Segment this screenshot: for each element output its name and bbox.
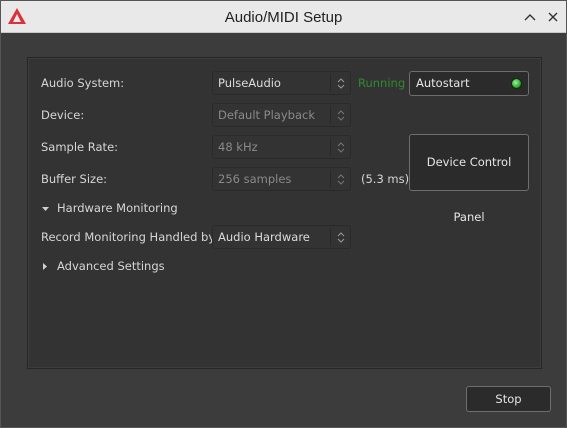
triangle-down-icon	[41, 198, 57, 218]
audio-system-label: Audio System:	[41, 76, 125, 90]
title-bar[interactable]: Audio/MIDI Setup	[1, 1, 566, 33]
autostart-label: Autostart	[416, 76, 470, 90]
sample-rate-label: Sample Rate:	[41, 140, 119, 154]
running-status: Running	[358, 76, 406, 90]
device-select[interactable]: Default Playback	[212, 103, 351, 127]
updown-arrows-icon	[330, 138, 350, 156]
close-button[interactable]	[544, 8, 562, 26]
chevron-up-icon	[524, 14, 536, 21]
sample-rate-select[interactable]: 48 kHz	[212, 135, 351, 159]
updown-arrows-icon	[330, 106, 350, 124]
advanced-settings-label: Advanced Settings	[57, 259, 165, 273]
record-monitoring-select[interactable]: Audio Hardware	[212, 225, 351, 249]
updown-arrows-icon	[330, 170, 350, 188]
buffer-latency-text: (5.3 ms)	[361, 172, 410, 186]
record-monitoring-label: Record Monitoring Handled by:	[41, 230, 219, 244]
advanced-settings-expander[interactable]: Advanced Settings	[41, 256, 165, 276]
close-icon	[548, 12, 558, 22]
buffer-size-label: Buffer Size:	[41, 172, 108, 186]
hardware-monitoring-label: Hardware Monitoring	[57, 201, 178, 215]
device-label: Device:	[41, 108, 85, 122]
stop-button[interactable]: Stop	[466, 386, 551, 412]
updown-arrows-icon	[330, 74, 350, 92]
hardware-monitoring-expander[interactable]: Hardware Monitoring	[41, 198, 178, 218]
updown-arrows-icon	[330, 228, 350, 246]
window-title: Audio/MIDI Setup	[224, 9, 343, 26]
minimize-button[interactable]	[521, 8, 539, 26]
device-control-panel-button[interactable]: Device Control Panel	[409, 134, 529, 224]
status-led-icon	[512, 79, 521, 88]
audio-midi-setup-window: Audio/MIDI Setup Audio System: PulseAudi…	[0, 0, 567, 428]
buffer-size-select[interactable]: 256 samples	[212, 167, 351, 191]
autostart-toggle-button[interactable]: Autostart	[409, 71, 529, 96]
triangle-right-icon	[41, 256, 57, 276]
audio-system-select[interactable]: PulseAudio	[212, 71, 351, 95]
